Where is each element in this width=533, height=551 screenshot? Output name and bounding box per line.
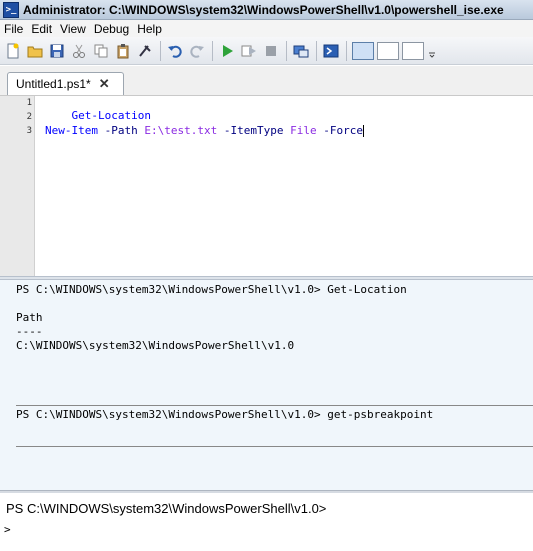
command-pane[interactable]: PS C:\WINDOWS\system32\WindowsPowerShell… [0,493,533,551]
title-bar: >_ Administrator: C:\WINDOWS\system32\Wi… [0,0,533,20]
menu-edit[interactable]: Edit [27,22,56,36]
line-number: 1 [26,98,32,108]
menu-bar: File Edit View Debug Help [0,20,533,37]
undo-icon[interactable] [166,42,184,60]
line-number-gutter: 1 2 3 [0,96,35,276]
tab-untitled1[interactable]: Untitled1.ps1* ✕ [7,72,124,95]
run-selection-icon[interactable] [240,42,258,60]
code-line-1: Get-Location [45,96,151,122]
open-folder-icon[interactable] [26,42,44,60]
code-token: File [290,124,317,137]
output-line: PS C:\WINDOWS\system32\WindowsPowerShell… [16,408,434,421]
script-editor[interactable]: 1 2 3 Get-Location New-Item -Path E:\tes… [0,96,533,276]
line-number: 3 [26,126,32,136]
code-token: -ItemType [223,124,284,137]
powershell-icon: >_ [3,1,19,18]
layout-top-icon[interactable] [352,41,374,60]
menu-view[interactable]: View [56,22,90,36]
code-token: Get-Location [71,109,151,122]
toolbar-separator [286,40,287,61]
line-number: 2 [26,112,32,122]
start-powershell-icon[interactable] [322,42,340,60]
layout-maximize-icon[interactable] [402,41,424,60]
output-line: C:\WINDOWS\system32\WindowsPowerShell\v1… [16,339,295,352]
menu-help[interactable]: Help [133,22,166,36]
output-line: PS C:\WINDOWS\system32\WindowsPowerShell… [16,283,407,296]
toolbar-separator [346,40,347,61]
tab-label: Untitled1.ps1* [16,77,91,91]
menu-file[interactable]: File [0,22,27,36]
menu-debug[interactable]: Debug [90,22,133,36]
close-icon[interactable]: ✕ [99,76,110,92]
command-input[interactable]: > [4,523,11,536]
text-caret [362,125,364,137]
output-divider [16,446,533,447]
clear-icon[interactable] [136,42,154,60]
window-title: Administrator: C:\WINDOWS\system32\Windo… [23,2,504,17]
paste-icon[interactable] [114,42,132,60]
toolbar [0,37,533,65]
toolbar-separator [160,40,161,61]
toolbar-separator [316,40,317,61]
save-icon[interactable] [48,42,66,60]
output-line: ---- [16,325,43,338]
toolbar-separator [212,40,213,61]
command-prompt: PS C:\WINDOWS\system32\WindowsPowerShell… [6,501,327,516]
output-pane[interactable]: PS C:\WINDOWS\system32\WindowsPowerShell… [0,280,533,490]
new-file-icon[interactable] [4,42,22,60]
run-icon[interactable] [218,42,236,60]
new-remote-tab-icon[interactable] [292,42,310,60]
stop-icon[interactable] [262,42,280,60]
code-token: E:\test.txt [144,124,218,137]
code-line-3: New-Item -Path E:\test.txt -ItemType Fil… [45,124,364,138]
code-token: New-Item [45,124,98,137]
tab-strip: Untitled1.ps1* ✕ [0,66,533,96]
cut-icon[interactable] [70,42,88,60]
code-token: -Force [323,124,363,137]
layout-right-icon[interactable] [377,41,399,60]
redo-icon[interactable] [188,42,206,60]
output-line: Path [16,311,43,324]
toolbar-overflow-icon[interactable] [427,42,437,60]
copy-icon[interactable] [92,42,110,60]
code-token: -Path [104,124,138,137]
output-divider [16,405,533,406]
